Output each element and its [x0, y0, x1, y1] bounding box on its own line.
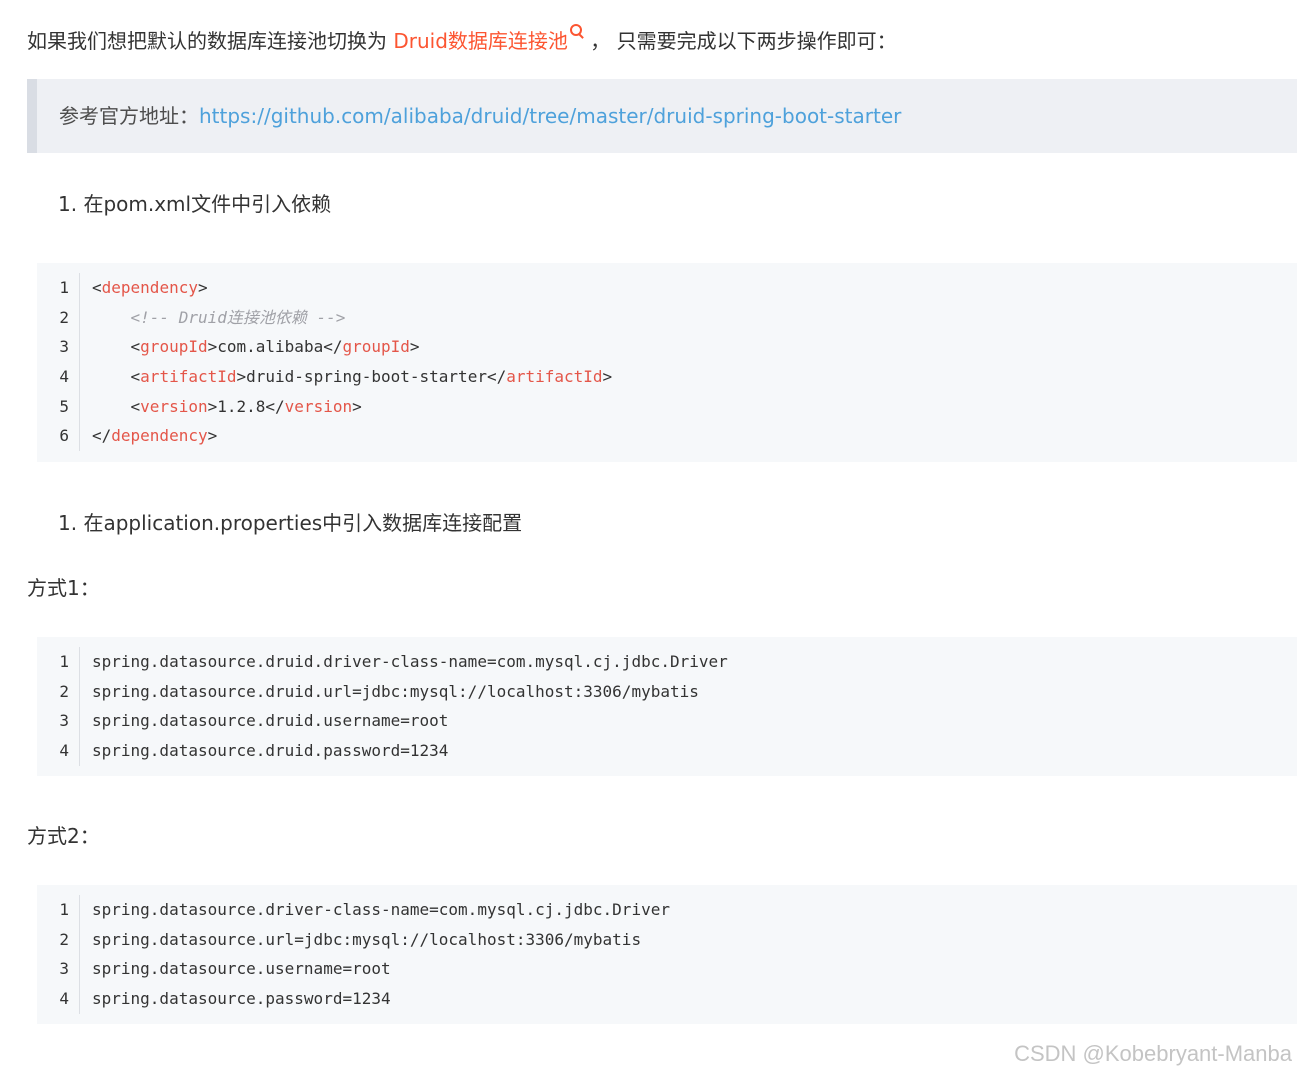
- line-number: 2: [59, 307, 69, 327]
- line-number-gutter: 1 2 3 4 5 6: [37, 273, 80, 452]
- code-block-pom: 1 2 3 4 5 6 <dependency> <!-- Druid连接池依赖…: [37, 263, 1297, 462]
- line-number: 4: [59, 367, 69, 387]
- line-number-gutter: 1 2 3 4: [37, 895, 80, 1014]
- tag-name: version: [284, 396, 353, 416]
- code-line: </dependency>: [92, 421, 612, 451]
- line-number: 1: [59, 900, 69, 919]
- method-1-heading: 方式1：: [27, 576, 100, 600]
- code-line: <!-- Druid连接池依赖 -->: [92, 303, 612, 333]
- code-line: spring.datasource.druid.driver-class-nam…: [92, 652, 728, 671]
- step-1-heading: 1. 在pom.xml文件中引入依赖: [58, 192, 332, 216]
- reference-link[interactable]: https://github.com/alibaba/druid/tree/ma…: [199, 104, 901, 128]
- line-number: 1: [59, 278, 69, 297]
- code-line: <artifactId>druid-spring-boot-starter</a…: [92, 362, 613, 392]
- line-number-gutter: 1 2 3 4: [37, 647, 80, 766]
- code-line: <dependency>: [92, 273, 612, 303]
- tag-name: groupId: [342, 337, 410, 357]
- tag-bracket: >: [197, 278, 208, 297]
- line-number: 2: [59, 929, 69, 949]
- tag-content: >com.alibaba</: [207, 337, 343, 357]
- line-number: 3: [59, 959, 69, 979]
- code-line: spring.datasource.driver-class-name=com.…: [92, 900, 670, 919]
- tag-name: groupId: [140, 337, 208, 357]
- keyword-text: Druid数据库连接池: [393, 29, 568, 53]
- reference-label: 参考官方地址：: [59, 104, 199, 128]
- tag-bracket: >: [352, 396, 362, 416]
- tag-name: dependency: [111, 426, 208, 446]
- code-line: spring.datasource.password=1234: [92, 989, 391, 1009]
- line-number: 1: [59, 652, 69, 671]
- tag-bracket: <: [130, 396, 141, 416]
- tag-content: >1.2.8</: [207, 396, 285, 416]
- line-number: 5: [59, 396, 69, 416]
- code-comment: <!-- Druid连接池依赖 -->: [92, 307, 346, 327]
- line-number: 3: [59, 337, 69, 357]
- tag-name: artifactId: [140, 367, 237, 387]
- tag-content: >druid-spring-boot-starter</: [236, 367, 507, 387]
- intro-paragraph: 如果我们想把默认的数据库连接池切换为 Druid数据库连接池 ， 只需要完成以下…: [27, 24, 897, 57]
- tag-bracket: </: [92, 426, 112, 446]
- step-2-heading: 1. 在application.properties中引入数据库连接配置: [58, 511, 523, 535]
- code-lines: spring.datasource.driver-class-name=com.…: [92, 895, 670, 1014]
- code-line: spring.datasource.username=root: [92, 959, 391, 979]
- code-line: spring.datasource.druid.username=root: [92, 711, 449, 731]
- code-line: spring.datasource.url=jdbc:mysql://local…: [92, 929, 642, 949]
- code-block-method-2: 1 2 3 4 spring.datasource.driver-class-n…: [37, 885, 1297, 1024]
- code-lines: <dependency> <!-- Druid连接池依赖 --> <groupI…: [92, 273, 612, 451]
- tag-bracket: >: [207, 426, 218, 446]
- watermark: CSDN @Kobebryant-Manba: [1014, 1041, 1292, 1066]
- keyword-link-druid[interactable]: Druid数据库连接池: [393, 24, 584, 53]
- line-number: 3: [59, 711, 69, 731]
- reference-blockquote: 参考官方地址：https://github.com/alibaba/druid/…: [27, 79, 1297, 153]
- code-line: <version>1.2.8</version>: [92, 392, 612, 422]
- tag-bracket: <: [92, 278, 102, 297]
- line-number: 6: [59, 426, 69, 446]
- line-number: 4: [59, 741, 69, 761]
- search-icon[interactable]: [569, 24, 584, 38]
- reference-line: 参考官方地址：https://github.com/alibaba/druid/…: [59, 100, 901, 132]
- code-line: spring.datasource.druid.password=1234: [92, 741, 449, 761]
- intro-text-before: 如果我们想把默认的数据库连接池切换为: [27, 29, 394, 53]
- tag-name: dependency: [101, 278, 198, 297]
- code-block-method-1: 1 2 3 4 spring.datasource.druid.driver-c…: [37, 637, 1297, 776]
- method-2-heading: 方式2：: [27, 824, 100, 848]
- tag-bracket: >: [409, 337, 420, 357]
- tag-name: version: [140, 396, 208, 416]
- code-lines: spring.datasource.druid.driver-class-nam…: [92, 647, 728, 766]
- line-number: 2: [59, 681, 69, 701]
- code-line: spring.datasource.druid.url=jdbc:mysql:/…: [92, 681, 699, 701]
- line-number: 4: [59, 989, 69, 1009]
- tag-bracket: <: [130, 367, 141, 387]
- tag-bracket: <: [130, 337, 141, 357]
- intro-text-after: ， 只需要完成以下两步操作即可：: [583, 29, 897, 53]
- code-line: <groupId>com.alibaba</groupId>: [92, 332, 612, 362]
- tag-name: artifactId: [506, 367, 603, 387]
- tag-bracket: >: [602, 367, 613, 387]
